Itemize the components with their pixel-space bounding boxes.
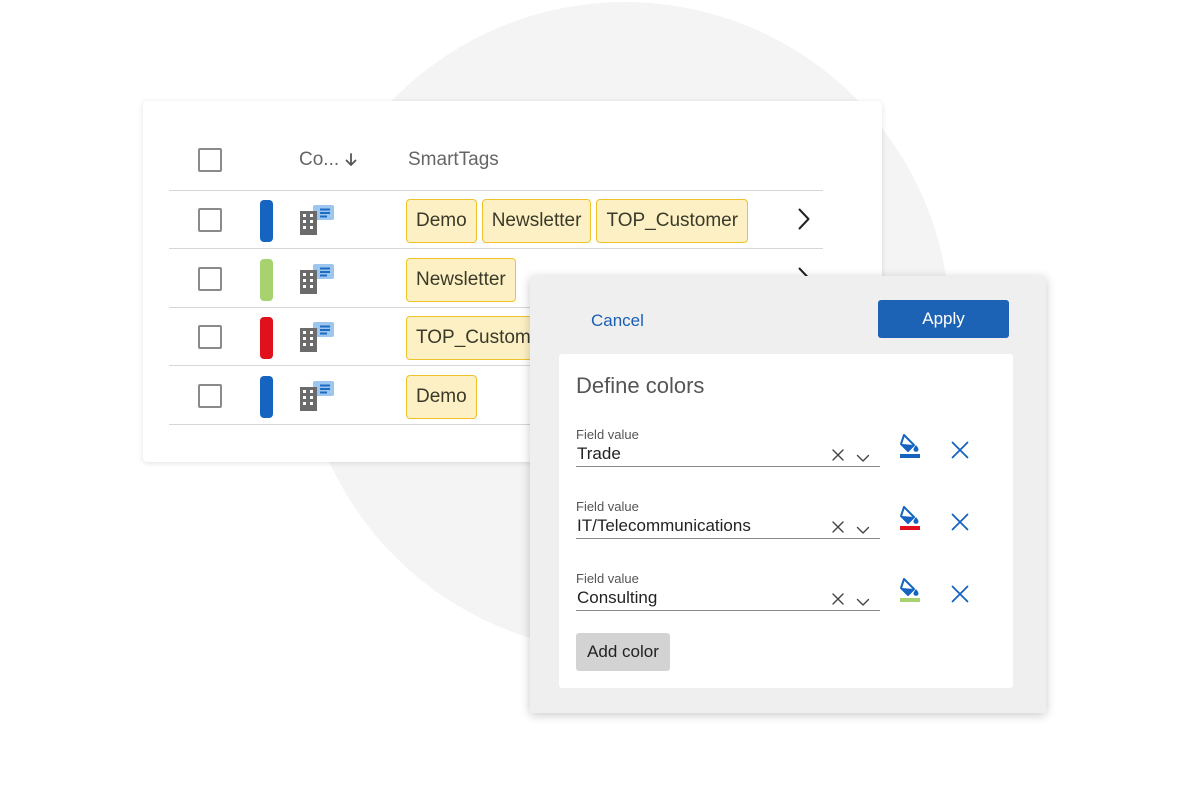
- smarttags-cell: Demo Newsletter TOP_Customer: [406, 199, 749, 243]
- color-field-row: Field value IT/Telecommunications: [576, 499, 971, 559]
- select-all-checkbox[interactable]: [198, 148, 222, 172]
- define-colors-dialog: Cancel Apply Define colors Field value T…: [530, 276, 1046, 713]
- color-field-row: Field value Consulting: [576, 571, 971, 631]
- chevron-right-icon[interactable]: [797, 207, 811, 236]
- smarttag-chip[interactable]: TOP_Customer: [596, 199, 749, 243]
- table-header: Co... SmartTags: [169, 131, 823, 191]
- field-value-label: Field value: [576, 427, 639, 442]
- arrow-down-icon[interactable]: [345, 153, 357, 167]
- smarttags-cell: Demo: [406, 374, 477, 419]
- field-value-label: Field value: [576, 571, 639, 586]
- apply-button[interactable]: Apply: [878, 300, 1009, 338]
- chevron-down-icon[interactable]: [856, 450, 870, 468]
- row-checkbox[interactable]: [198, 208, 222, 232]
- company-building-icon: [300, 205, 334, 240]
- clear-x-icon[interactable]: [831, 448, 845, 467]
- column-header-company-label: Co...: [299, 149, 340, 170]
- color-indicator: [260, 258, 273, 301]
- dialog-title: Define colors: [576, 373, 705, 398]
- cancel-button[interactable]: Cancel: [576, 306, 659, 336]
- company-building-icon: [300, 263, 334, 299]
- column-header-smarttags[interactable]: SmartTags: [408, 149, 499, 171]
- smarttags-cell: Newsletter: [406, 257, 516, 302]
- table-row[interactable]: Demo Newsletter TOP_Customer: [169, 191, 823, 249]
- color-field-row: Field value Trade: [576, 427, 971, 487]
- dialog-body: Define colors Field value Trade Field va…: [559, 354, 1013, 688]
- add-color-button[interactable]: Add color: [576, 633, 670, 671]
- field-value-text: Consulting: [577, 588, 658, 607]
- company-building-icon: [300, 380, 334, 416]
- chevron-down-icon[interactable]: [856, 594, 870, 612]
- row-checkbox[interactable]: [198, 266, 222, 291]
- row-checkbox[interactable]: [198, 383, 222, 408]
- column-header-company[interactable]: Co...: [299, 149, 357, 171]
- field-value-select[interactable]: Consulting: [576, 588, 880, 611]
- smarttag-chip[interactable]: Demo: [406, 374, 477, 419]
- smarttags-cell: TOP_Custom: [406, 316, 541, 360]
- close-icon[interactable]: [950, 584, 970, 609]
- close-icon[interactable]: [950, 440, 970, 465]
- smarttag-chip[interactable]: Demo: [406, 199, 477, 243]
- row-checkbox[interactable]: [198, 325, 222, 349]
- company-building-icon: [300, 322, 334, 357]
- color-indicator: [260, 375, 273, 418]
- field-value-text: IT/Telecommunications: [577, 516, 751, 535]
- close-icon[interactable]: [950, 512, 970, 537]
- smarttag-chip[interactable]: TOP_Custom: [406, 316, 541, 360]
- paint-bucket-icon[interactable]: [899, 505, 921, 536]
- paint-bucket-icon[interactable]: [899, 577, 921, 608]
- clear-x-icon[interactable]: [831, 592, 845, 611]
- paint-bucket-icon[interactable]: [899, 433, 921, 464]
- color-indicator: [260, 200, 273, 242]
- field-value-text: Trade: [577, 444, 621, 463]
- field-value-label: Field value: [576, 499, 639, 514]
- color-indicator: [260, 317, 273, 359]
- chevron-down-icon[interactable]: [856, 522, 870, 540]
- field-value-select[interactable]: Trade: [576, 444, 880, 467]
- smarttag-chip[interactable]: Newsletter: [406, 257, 516, 302]
- field-value-select[interactable]: IT/Telecommunications: [576, 516, 880, 539]
- smarttag-chip[interactable]: Newsletter: [481, 199, 592, 243]
- clear-x-icon[interactable]: [831, 520, 845, 539]
